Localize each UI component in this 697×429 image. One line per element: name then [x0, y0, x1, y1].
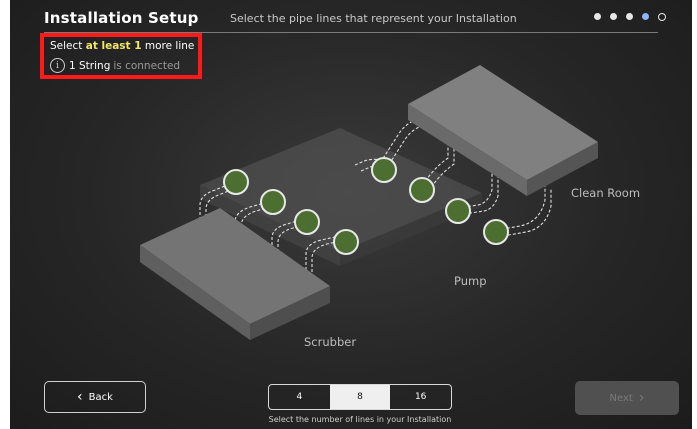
selection-suffix: more line [141, 40, 195, 52]
info-icon[interactable]: i [50, 58, 65, 73]
selection-highlight: at least 1 [85, 40, 142, 52]
next-label: Next [609, 392, 633, 404]
option-8-lines[interactable]: 8 [329, 385, 391, 409]
option-16-lines[interactable]: 16 [390, 385, 451, 409]
connector-circle[interactable] [223, 169, 249, 195]
connection-status: i 1 String is connected [50, 58, 180, 73]
installation-setup-screen: Installation Setup Select the pipe lines… [10, 0, 692, 429]
chevron-left-icon: ‹ [77, 389, 83, 405]
string-count: 1 String [69, 59, 111, 72]
connector-circle[interactable] [483, 219, 509, 245]
pump-label: Pump [454, 274, 487, 288]
connector-circle[interactable] [409, 177, 435, 203]
connector-circle[interactable] [294, 209, 320, 235]
option-4-lines[interactable]: 4 [269, 385, 330, 409]
connector-circle[interactable] [260, 189, 286, 215]
scrubber-label: Scrubber [304, 335, 357, 349]
back-label: Back [88, 391, 113, 403]
back-button[interactable]: ‹ Back [44, 381, 146, 413]
connector-circle[interactable] [445, 198, 471, 224]
next-button[interactable]: Next › [575, 381, 679, 415]
connector-circle[interactable] [371, 157, 397, 183]
line-count-caption: Select the number of lines in your Insta… [268, 415, 452, 424]
line-count-selector[interactable]: 4 8 16 [268, 384, 452, 410]
selection-prefix: Select [50, 40, 86, 52]
selection-message: Select at least 1 more line [50, 40, 194, 52]
chevron-right-icon: › [638, 390, 645, 406]
connector-circle[interactable] [333, 229, 359, 255]
clean-room-label: Clean Room [571, 186, 641, 200]
status-text: is connected [113, 59, 181, 72]
